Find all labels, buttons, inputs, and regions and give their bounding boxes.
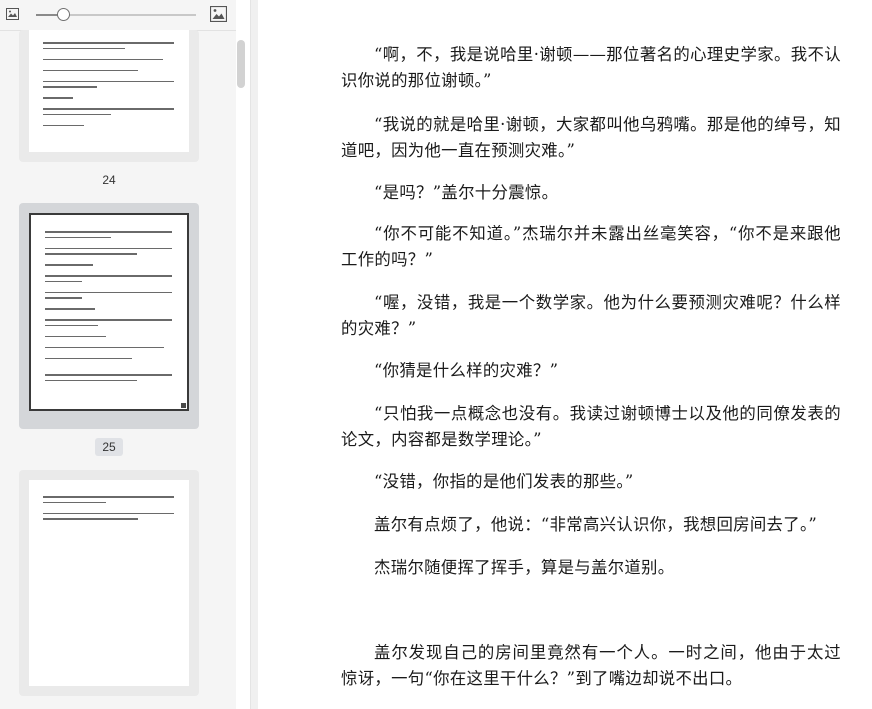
paragraph: “啊，不，我是说哈里·谢顿——那位著名的心理史学家。我不认识你说的那位谢顿。” bbox=[341, 45, 841, 90]
thumbnail-page-25[interactable] bbox=[19, 203, 199, 429]
paragraph: “没错，你指的是他们发表的那些。” bbox=[374, 472, 634, 491]
thumbnail-page-image bbox=[29, 30, 189, 152]
thumbnail-page-26[interactable] bbox=[19, 470, 199, 696]
thumbnail-page-image bbox=[29, 480, 189, 686]
paragraph: “你猜是什么样的灾难？” bbox=[374, 361, 559, 380]
document-view: “啊，不，我是说哈里·谢顿——那位著名的心理史学家。我不认识你说的那位谢顿。” … bbox=[258, 0, 872, 709]
image-small-icon[interactable] bbox=[6, 8, 19, 20]
paragraph: “只怕我一点概念也没有。我读过谢顿博士以及他的同僚发表的论文，内容都是数学理论。… bbox=[341, 404, 841, 449]
paragraph: “喔，没错，我是一个数学家。他为什么要预测灾难呢？什么样的灾难？” bbox=[341, 293, 841, 338]
thumbnail-page-number: 25 bbox=[95, 438, 123, 456]
thumbnail-page-24[interactable] bbox=[19, 30, 199, 162]
paragraph: 盖尔发现自己的房间里竟然有一个人。一时之间，他由于太过惊讶，一句“你在这里干什么… bbox=[341, 643, 841, 688]
paragraph: 杰瑞尔随便挥了挥手，算是与盖尔道别。 bbox=[374, 558, 675, 577]
paragraph: “我说的就是哈里·谢顿，大家都叫他乌鸦嘴。那是他的绰号，知道吧，因为他一直在预测… bbox=[341, 115, 841, 160]
paragraph: “你不可能不知道。”杰瑞尔并未露出丝毫笑容，“你不是来跟他工作的吗？” bbox=[341, 224, 841, 269]
thumbnail-page-number: 24 bbox=[102, 173, 116, 187]
zoom-slider-handle[interactable] bbox=[57, 8, 71, 21]
sidebar-scrollbar[interactable] bbox=[237, 40, 245, 88]
image-large-icon[interactable] bbox=[210, 6, 227, 22]
thumbnail-sidebar: 24 25 bbox=[0, 0, 236, 709]
thumbnail-zoom-bar bbox=[0, 0, 236, 31]
thumbnail-page-image bbox=[29, 213, 189, 411]
resize-handle bbox=[181, 403, 186, 408]
paragraph: “是吗？”盖尔十分震惊。 bbox=[374, 183, 559, 202]
paragraph: 盖尔有点烦了，他说：“非常高兴认识你，我想回房间去了。” bbox=[374, 515, 818, 534]
